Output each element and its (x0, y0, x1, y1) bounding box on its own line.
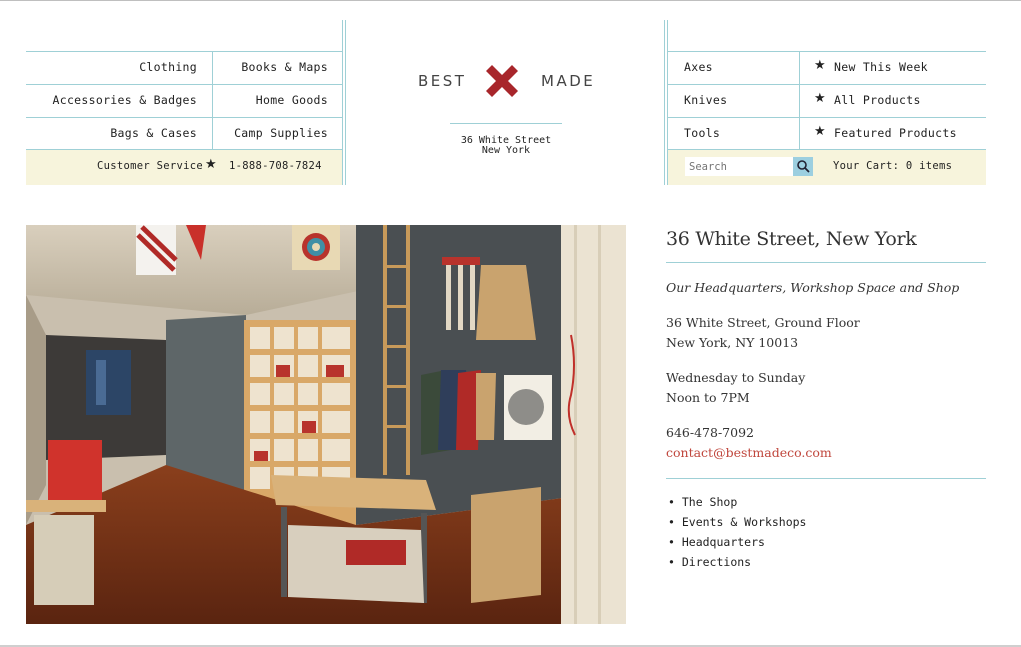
logo-text-made: MADE (541, 72, 596, 90)
header-address: 36 White Street New York (430, 136, 582, 156)
nav-knives[interactable]: Knives (684, 93, 727, 107)
contact-email-link[interactable]: contact@bestmadeco.com (666, 445, 832, 460)
hours-line2: Noon to 7PM (666, 390, 750, 405)
header-address-line2: New York (481, 145, 531, 156)
search-icon (797, 160, 810, 173)
divider (26, 84, 342, 85)
nav-home-goods[interactable]: Home Goods (256, 93, 328, 107)
nav-new-this-week[interactable]: New This Week (834, 60, 928, 74)
phone-number: 1-888-708-7824 (229, 160, 322, 172)
link-directions[interactable]: • Directions (668, 552, 806, 572)
hours-line1: Wednesday to Sunday (666, 370, 806, 385)
divider (668, 51, 986, 52)
nav-axes[interactable]: Axes (684, 60, 713, 74)
link-headquarters[interactable]: • Headquarters (668, 532, 806, 552)
star-icon: ★ (814, 58, 826, 73)
divider (212, 51, 213, 149)
location-title: 36 White Street, New York (666, 228, 917, 250)
star-icon: ★ (814, 124, 826, 139)
star-icon: ★ (814, 91, 826, 106)
nav-all-products[interactable]: All Products (834, 93, 921, 107)
location-subtitle: Our Headquarters, Workshop Space and Sho… (666, 280, 960, 295)
nav-books-maps[interactable]: Books & Maps (241, 60, 328, 74)
link-events-workshops[interactable]: • Events & Workshops (668, 512, 806, 532)
nav-featured-products[interactable]: Featured Products (834, 126, 957, 140)
nav-accessories-badges[interactable]: Accessories & Badges (53, 93, 197, 107)
star-icon: ★ (205, 157, 217, 172)
divider (450, 123, 562, 124)
logo[interactable]: BEST MADE (418, 60, 598, 102)
link-label: Headquarters (681, 535, 765, 549)
address-line1: 36 White Street, Ground Floor (666, 315, 860, 330)
divider (342, 20, 343, 185)
divider (799, 51, 800, 149)
cart-link[interactable]: Your Cart: 0 items (833, 160, 952, 172)
divider (345, 20, 346, 185)
divider (668, 84, 986, 85)
link-label: The Shop (681, 495, 738, 509)
divider (666, 478, 986, 479)
link-list: • The Shop • Events & Workshops • Headqu… (668, 492, 806, 572)
address-line2: New York, NY 10013 (666, 335, 799, 350)
address-block: 36 White Street, Ground Floor New York, … (666, 313, 860, 353)
divider (26, 117, 342, 118)
divider (26, 51, 342, 52)
store-photo (26, 225, 626, 624)
search-button[interactable] (793, 157, 813, 176)
contact-phone: 646-478-7092 (666, 425, 754, 440)
nav-clothing[interactable]: Clothing (139, 60, 197, 74)
top-border (0, 0, 1021, 1)
divider (668, 117, 986, 118)
customer-service-link[interactable]: Customer Service (97, 160, 203, 172)
link-label: Directions (681, 555, 752, 569)
nav-camp-supplies[interactable]: Camp Supplies (234, 126, 328, 140)
divider (664, 20, 665, 185)
divider (666, 262, 986, 263)
link-label: Events & Workshops (681, 515, 807, 529)
logo-text-best: BEST (418, 72, 467, 90)
link-the-shop[interactable]: • The Shop (668, 492, 806, 512)
contact-block: 646-478-7092 contact@bestmadeco.com (666, 423, 832, 463)
nav-bags-cases[interactable]: Bags & Cases (110, 126, 197, 140)
x-mark-icon (486, 65, 518, 97)
hours-block: Wednesday to Sunday Noon to 7PM (666, 368, 805, 408)
nav-tools[interactable]: Tools (684, 126, 720, 140)
search-input[interactable] (685, 157, 793, 176)
